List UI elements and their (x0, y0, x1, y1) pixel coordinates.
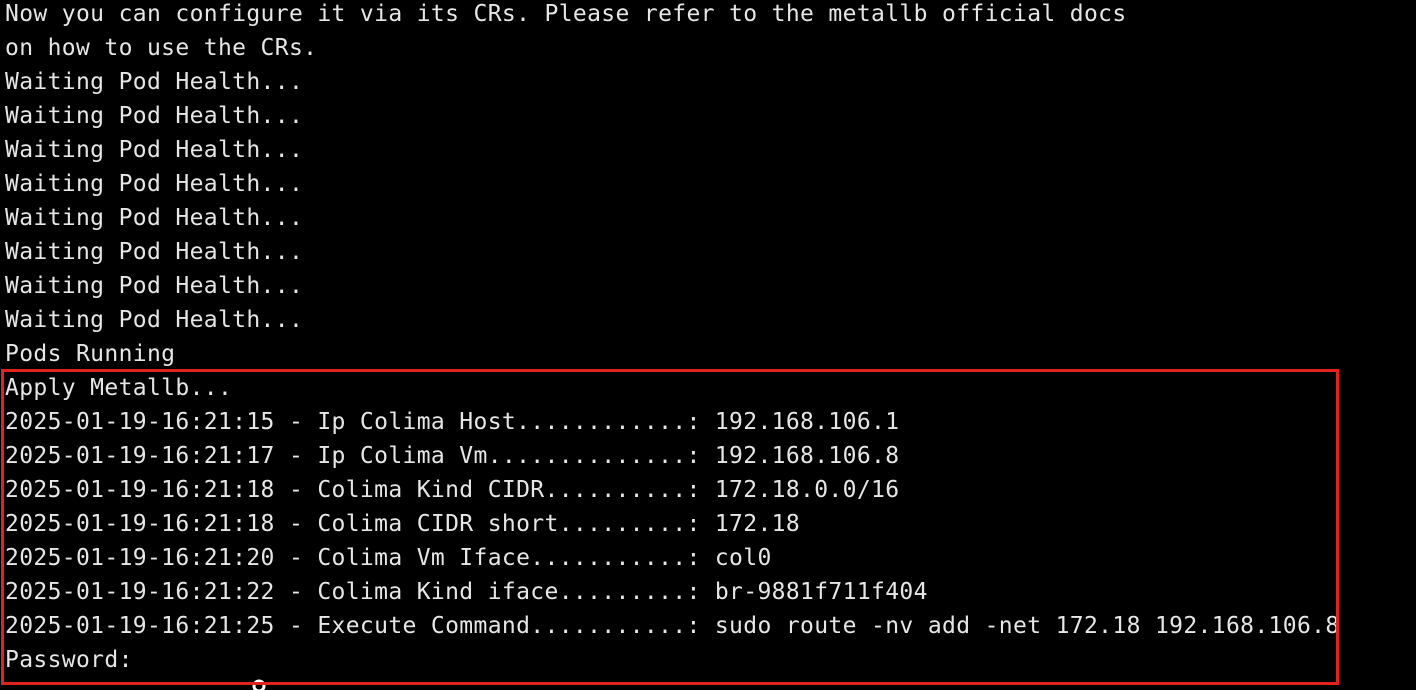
terminal-line: Waiting Pod Health... (5, 69, 304, 95)
terminal-line: 2025-01-19-16:21:17 - Ip Colima Vm......… (5, 443, 900, 469)
terminal-window[interactable]: Now you can configure it via its CRs. Pl… (0, 0, 1416, 690)
terminal-line: Waiting Pod Health... (5, 137, 304, 163)
terminal-line: Waiting Pod Health... (5, 103, 304, 129)
terminal-line: Waiting Pod Health... (5, 239, 304, 265)
terminal-line: 2025-01-19-16:21:18 - Colima Kind CIDR..… (5, 477, 900, 503)
terminal-line: 2025-01-19-16:21:22 - Colima Kind iface.… (5, 579, 928, 605)
terminal-line: Now you can configure it via its CRs. Pl… (5, 1, 1127, 27)
terminal-line: 2025-01-19-16:21:20 - Colima Vm Iface...… (5, 545, 772, 571)
terminal-line: 2025-01-19-16:21:15 - Ip Colima Host....… (5, 409, 900, 435)
terminal-line: Waiting Pod Health... (5, 205, 304, 231)
key-icon (137, 645, 266, 690)
terminal-line: Pods Running (5, 341, 176, 367)
terminal-line: Waiting Pod Health... (5, 307, 304, 333)
terminal-line: Waiting Pod Health... (5, 273, 304, 299)
password-prompt-label: Password: (5, 647, 133, 673)
terminal-line: Waiting Pod Health... (5, 171, 304, 197)
terminal-line: 2025-01-19-16:21:25 - Execute Command...… (5, 613, 1340, 639)
password-prompt-line[interactable]: Password: (5, 643, 1340, 690)
terminal-output: Now you can configure it via its CRs. Pl… (5, 0, 1340, 690)
terminal-line: Apply Metallb... (5, 375, 233, 401)
terminal-line: on how to use the CRs. (5, 35, 318, 61)
terminal-line: 2025-01-19-16:21:18 - Colima CIDR short.… (5, 511, 801, 537)
